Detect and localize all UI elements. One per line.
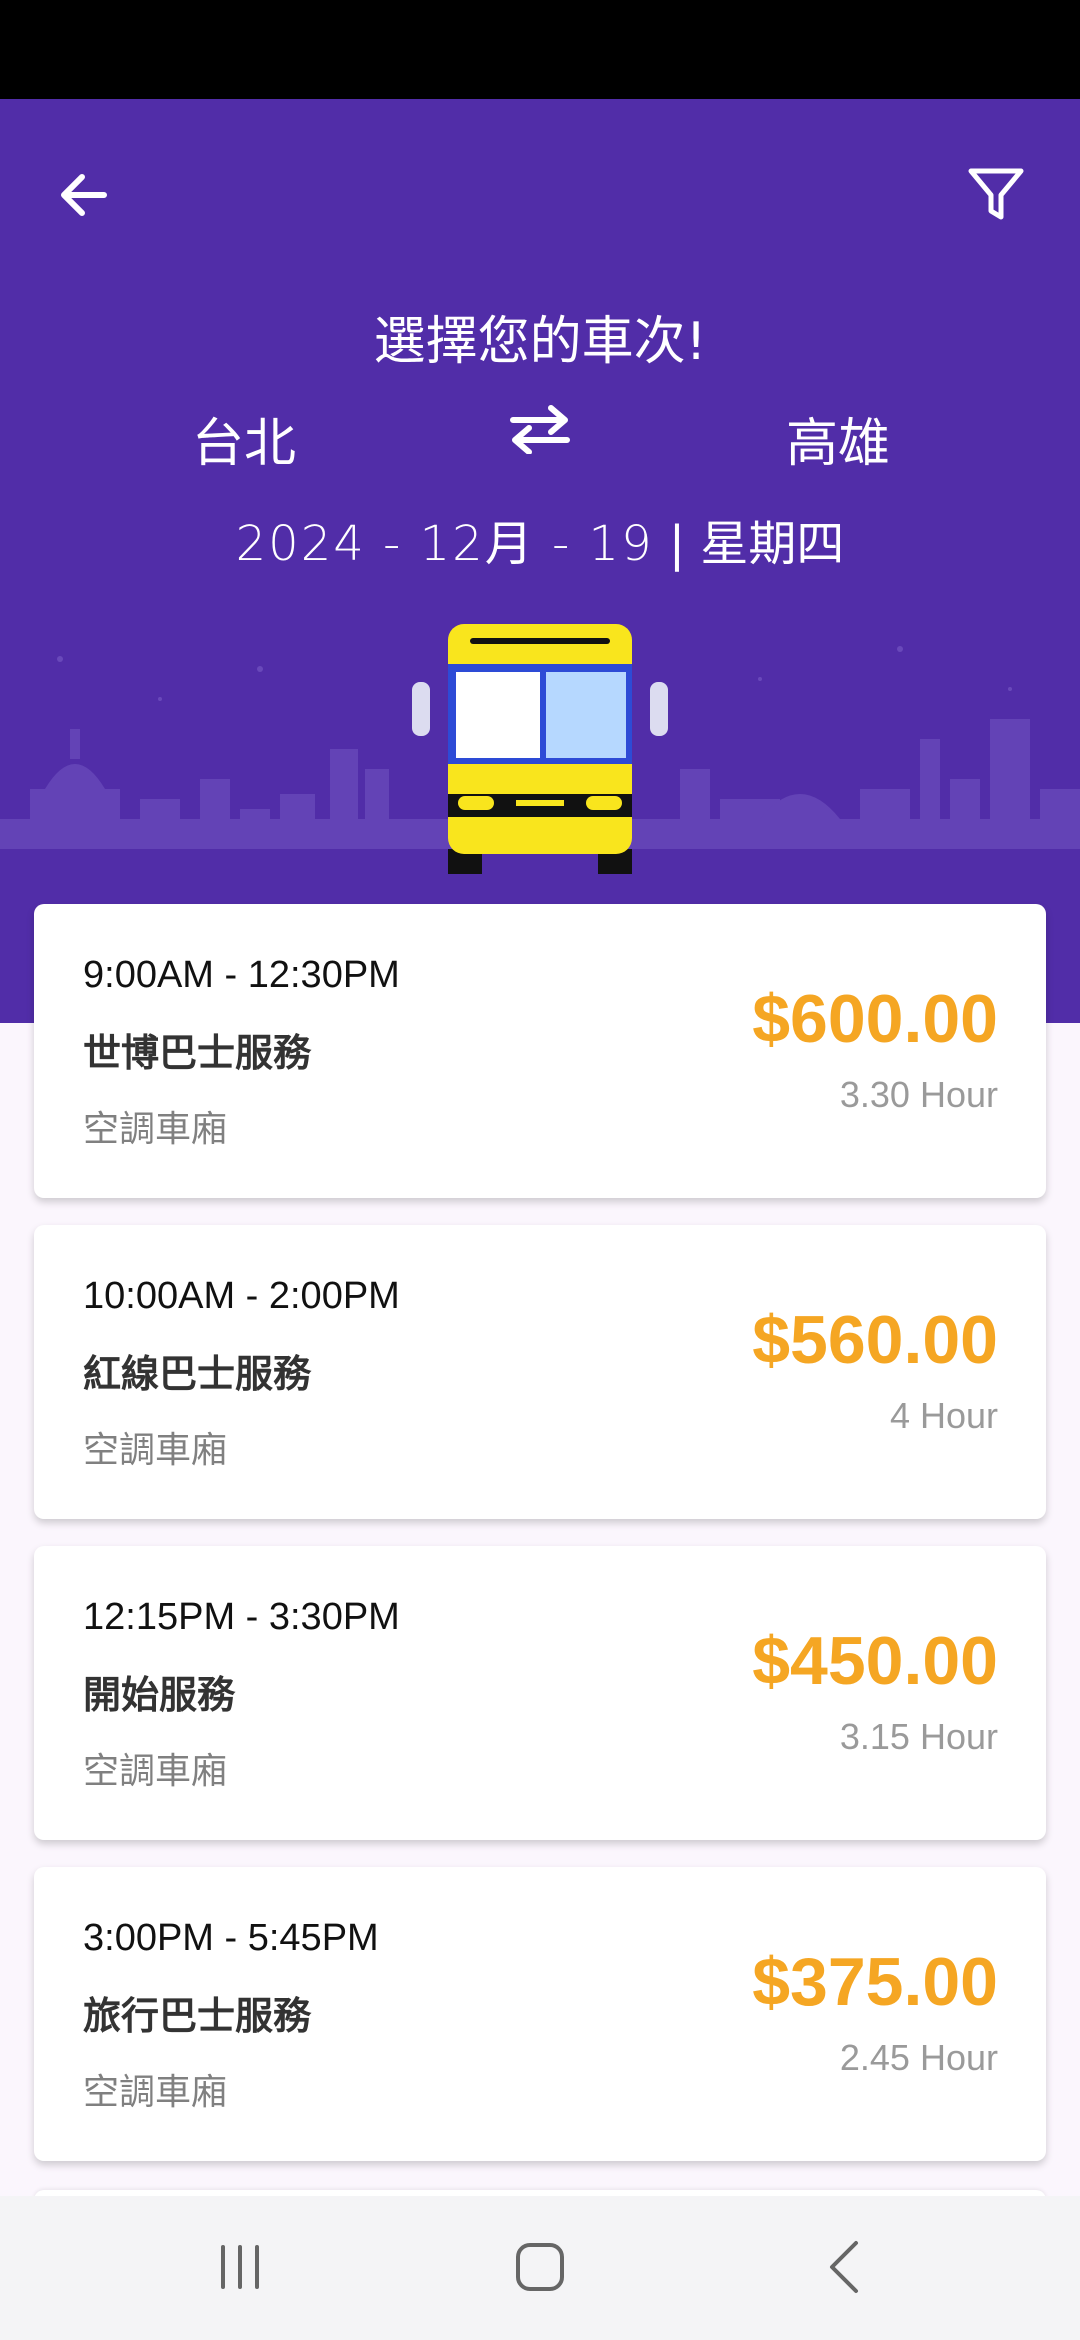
trip-card[interactable]: 3:00PM - 5:45PM 旅行巴士服務 空調車廂 $375.00 2.45… — [34, 1867, 1046, 2161]
recent-apps-icon — [221, 2245, 259, 2289]
trip-card[interactable]: 12:15PM - 3:30PM 開始服務 空調車廂 $450.00 3.15 … — [34, 1546, 1046, 1840]
filter-funnel-icon — [968, 168, 1024, 220]
system-nav-bar — [0, 2196, 1080, 2340]
trip-price: $600.00 — [752, 981, 998, 1057]
trip-list: 9:00AM - 12:30PM 世博巴士服務 空調車廂 $600.00 3.3… — [34, 904, 1046, 2188]
swap-cities-button[interactable] — [490, 389, 590, 469]
origin-city[interactable]: 台北 — [94, 401, 394, 476]
filter-button[interactable] — [946, 145, 1046, 245]
back-button[interactable] — [34, 145, 134, 245]
date-value: 2024 - 12月 - 19 — [235, 516, 654, 572]
date-separator: | — [668, 516, 686, 572]
trip-price: $560.00 — [752, 1302, 998, 1378]
trip-price: $375.00 — [752, 1944, 998, 2020]
trip-type: 空調車廂 — [83, 1751, 228, 1792]
status-bar — [0, 0, 1080, 99]
bus-illustration — [412, 624, 668, 874]
system-back-button[interactable] — [784, 2222, 904, 2312]
trip-card[interactable]: 10:00AM - 2:00PM 紅線巴士服務 空調車廂 $560.00 4 H… — [34, 1225, 1046, 1519]
arrow-left-icon — [61, 174, 107, 216]
trip-duration: 2.45 Hour — [839, 2037, 998, 2078]
trip-duration: 3.30 Hour — [839, 1074, 998, 1115]
header: 選擇您的車次! 台北 高雄 2024 - 12月 - 19 | 星期四 — [0, 99, 1080, 1023]
trip-operator: 開始服務 — [83, 1673, 236, 1717]
travel-date[interactable]: 2024 - 12月 - 19 | 星期四 — [0, 504, 1080, 574]
trip-operator: 旅行巴士服務 — [83, 1994, 312, 2038]
trip-duration: 3.15 Hour — [839, 1716, 998, 1757]
weekday: 星期四 — [700, 516, 845, 572]
trip-duration: 4 Hour — [889, 1395, 998, 1436]
trip-time: 3:00PM - 5:45PM — [83, 1917, 379, 1959]
home-icon — [516, 2243, 564, 2291]
trip-time: 10:00AM - 2:00PM — [83, 1275, 400, 1317]
swap-arrows-icon — [510, 405, 570, 454]
trip-operator: 紅線巴士服務 — [83, 1352, 312, 1396]
trip-operator: 世博巴士服務 — [83, 1031, 312, 1075]
trip-type: 空調車廂 — [83, 1430, 228, 1471]
trip-price: $450.00 — [752, 1623, 998, 1699]
trip-time: 9:00AM - 12:30PM — [83, 954, 400, 996]
home-button[interactable] — [480, 2222, 600, 2312]
destination-city[interactable]: 高雄 — [688, 401, 988, 476]
trip-time: 12:15PM - 3:30PM — [83, 1596, 400, 1638]
page-title: 選擇您的車次! — [373, 312, 707, 372]
recent-apps-button[interactable] — [180, 2222, 300, 2312]
chevron-left-icon — [830, 2241, 858, 2293]
trip-type: 空調車廂 — [83, 1109, 228, 1150]
trip-card[interactable]: 9:00AM - 12:30PM 世博巴士服務 空調車廂 $600.00 3.3… — [34, 904, 1046, 1198]
trip-type: 空調車廂 — [83, 2072, 228, 2113]
